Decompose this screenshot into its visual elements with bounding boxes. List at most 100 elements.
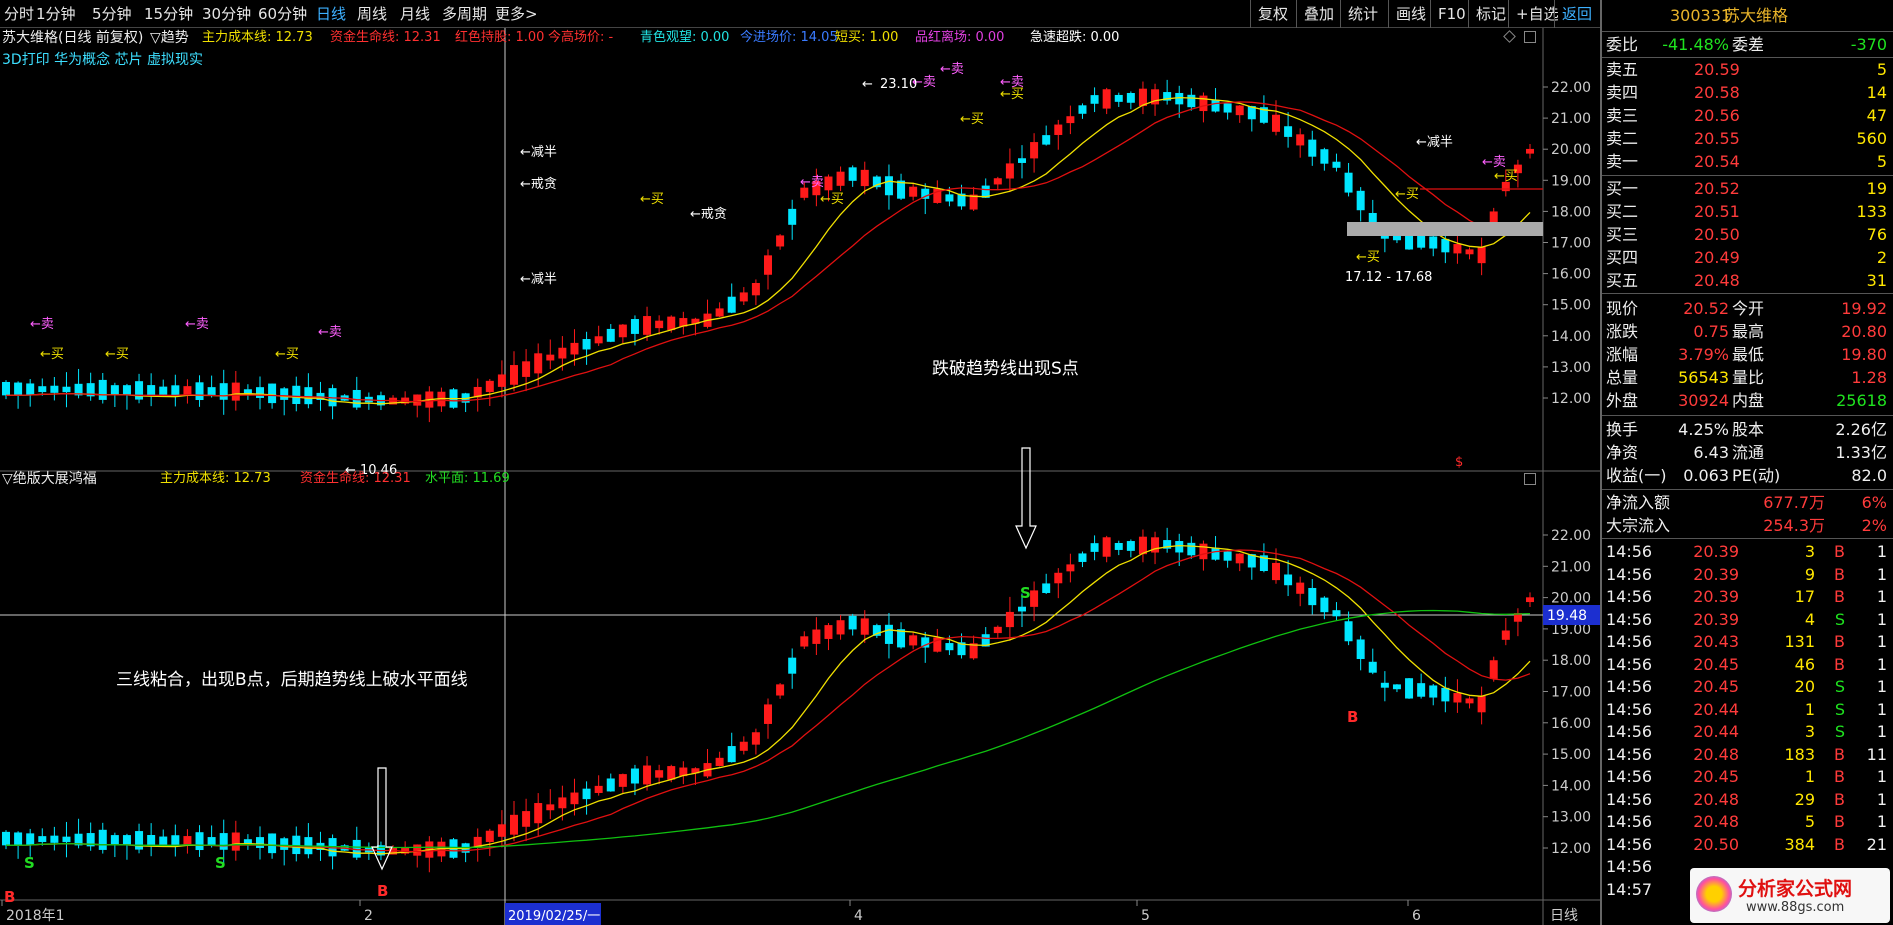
period-tab-10[interactable]: 更多> (493, 0, 540, 28)
lower-candle (534, 803, 543, 824)
upper-candle (231, 382, 240, 401)
tick-row-9: 14:56 20.48 183 B 11 (1602, 743, 1893, 766)
signal-label-3: ←买 (105, 347, 129, 362)
toolbar-button-3[interactable]: 画线 (1388, 0, 1433, 28)
lower-candle (2, 831, 10, 846)
lower-candle (1296, 582, 1305, 594)
lower-indicator-0: 主力成本线: 12.73 (160, 471, 271, 486)
period-tab-7[interactable]: 周线 (355, 0, 389, 28)
bid-vol: 2 (1876, 248, 1887, 267)
toolbar-button-5[interactable]: 标记 (1468, 0, 1513, 28)
lower-axis-label-1: 21.00 (1551, 559, 1591, 575)
upper-candle (256, 387, 264, 398)
lower-title: ▽绝版大展鸿福 (2, 471, 97, 487)
toolbar-button-0[interactable]: 复权 (1250, 0, 1295, 28)
upper-axis-label-2: 20.00 (1551, 142, 1591, 158)
lower-candle (1042, 583, 1051, 593)
ask-vol: 5 (1876, 60, 1887, 79)
lower-candle (1501, 630, 1510, 640)
period-tab-8[interactable]: 月线 (398, 0, 432, 28)
tick-side: S (1834, 699, 1845, 719)
upper-indicator-5: 今进场价: 14.05 (740, 30, 838, 45)
upper-candle (292, 385, 301, 405)
lower-candle (860, 618, 869, 635)
lower-candle (147, 834, 156, 846)
flow-pct: 2% (1861, 516, 1887, 535)
panel-box-icon[interactable] (1524, 31, 1536, 43)
upper-candle (1126, 93, 1135, 103)
lower-candle (1417, 683, 1426, 697)
tick-row-4: 14:56 20.43 131 B 1 (1602, 630, 1893, 653)
lower-candle (231, 832, 240, 851)
signal-label-18: ←买 (1395, 187, 1419, 202)
lower-candle (727, 746, 736, 763)
stat-value-2: 25618 (1836, 391, 1887, 410)
stat-value: 20.52 (1683, 299, 1729, 318)
tick-count: 1 (1876, 812, 1887, 831)
upper-candle (606, 328, 615, 342)
toolbar-button-2[interactable]: 统计 (1340, 0, 1385, 28)
top-toolbar: 分时 1分钟 5分钟 15分钟 30分钟 60分钟 日线 周线 月线 多周期 更多> 复权 叠加 统计 画线… (0, 0, 1600, 28)
lower-candle (1211, 547, 1220, 560)
tick-price: 20.50 (1693, 834, 1739, 854)
tick-time: 14:56 (1606, 542, 1653, 561)
lower-candle (993, 626, 1002, 634)
period-tab-3[interactable]: 15分钟 (142, 0, 195, 28)
stock-header: 300331 苏大维格 (1602, 4, 1893, 27)
tick-side: B (1834, 789, 1845, 809)
weidiff-value: -370 (1850, 35, 1887, 54)
ask-vol: 47 (1866, 106, 1887, 125)
period-tab-6[interactable]: 日线 (314, 0, 348, 28)
tick-vol: 29 (1794, 789, 1815, 809)
toolbar-button-1[interactable]: 叠加 (1296, 0, 1341, 28)
upper-candle (788, 208, 797, 225)
signal-label-0: ←卖 (30, 317, 54, 332)
lower-candle (1005, 611, 1014, 628)
upper-axis-label-5: 17.00 (1551, 236, 1591, 252)
tick-count: 1 (1876, 789, 1887, 809)
period-tab-4[interactable]: 30分钟 (200, 0, 253, 28)
tick-time: 14:56 (1606, 812, 1653, 831)
period-tab-9[interactable]: 多周期 (440, 0, 489, 28)
tick-vol: 3 (1804, 542, 1815, 561)
signal-label-5: ←买 (275, 347, 299, 362)
lower-candle (256, 837, 264, 848)
period-tab-1[interactable]: 1分钟 (34, 0, 78, 28)
bid-vol: 76 (1866, 225, 1887, 244)
bid-price: 20.52 (1694, 179, 1740, 198)
tick-side: B (1834, 812, 1845, 831)
date-label-2: 4 (854, 908, 863, 924)
upper-candle (1284, 126, 1293, 137)
tick-price: 20.45 (1693, 677, 1739, 696)
tick-side: S (1834, 609, 1845, 629)
period-tab-2[interactable]: 5分钟 (90, 0, 134, 28)
upper-candle (764, 255, 772, 275)
signal-label-16: ←买 (1000, 87, 1024, 102)
period-tab-5[interactable]: 60分钟 (256, 0, 309, 28)
weibi-label: 委比 (1606, 35, 1639, 54)
tick-vol: 9 (1804, 564, 1815, 584)
tick-count: 1 (1876, 654, 1887, 674)
upper-candle (304, 387, 313, 405)
upper-candle (1090, 95, 1099, 104)
lower-candle (1187, 542, 1196, 556)
period-tab-0[interactable]: 分时 (2, 0, 36, 28)
tick-time: 14:56 (1606, 767, 1653, 786)
lower-candle (558, 797, 567, 809)
lower-candle (776, 684, 785, 696)
lower-candle (1126, 541, 1135, 551)
signal-label-7: ←减半 (520, 145, 557, 160)
upper-candle (945, 194, 954, 202)
upper-candle (497, 374, 506, 387)
panel-box-icon-2[interactable] (1524, 473, 1536, 485)
stat-label: 涨跌 (1606, 322, 1639, 341)
lower-candle (1272, 562, 1280, 581)
toolbar-button-4[interactable]: F10 (1430, 0, 1473, 28)
toolbar-button-7[interactable]: 返回 (1554, 0, 1599, 28)
lower-annotation: 三线粘合，出现B点，后期趋势线上破水平面线 (116, 670, 468, 690)
ask-row-0: 卖五 20.59 5 (1602, 58, 1893, 81)
tick-time: 14:56 (1606, 857, 1653, 876)
upper-candle (558, 347, 567, 359)
concept-tags: 3D打印 华为概念 芯片 虚拟现实 (2, 52, 204, 68)
upper-title: 苏大维格(日线 前复权) (2, 30, 144, 46)
